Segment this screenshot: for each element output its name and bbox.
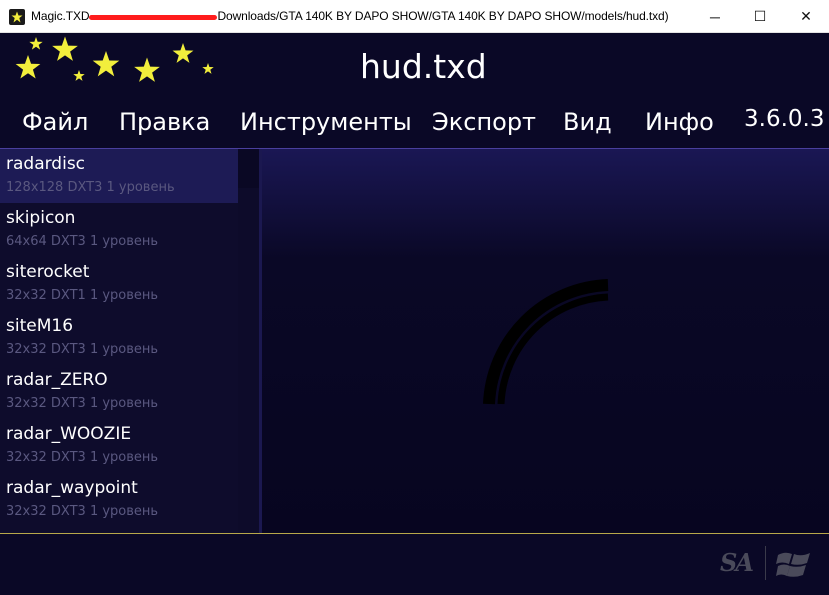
menu-export[interactable]: Экспорт [432, 108, 536, 136]
texture-name: radardisc [6, 154, 86, 174]
texture-name: siterocket [6, 262, 90, 282]
texture-item-radar-zero[interactable]: radar_ZERO 32x32 DXT3 1 уровень [0, 365, 238, 419]
texture-name: skipicon [6, 208, 76, 228]
menu-edit[interactable]: Правка [119, 108, 210, 136]
texture-item-radar-waypoint[interactable]: radar_waypoint 32x32 DXT3 1 уровень [0, 473, 238, 527]
minimize-button[interactable]: ─ [692, 0, 738, 33]
texture-info: 128x128 DXT3 1 уровень [6, 180, 175, 195]
app-icon [9, 9, 25, 25]
close-button[interactable]: ✕ [783, 0, 829, 33]
sa-logo: SA [720, 548, 754, 577]
radardisc-preview-image [483, 279, 609, 405]
footer-separator [765, 546, 766, 580]
texture-info: 32x32 DXT3 1 уровень [6, 342, 159, 357]
menu-tools[interactable]: Инструменты [240, 108, 412, 136]
texture-info: 32x32 DXT3 1 уровень [6, 396, 159, 411]
content-area: radardisc 128x128 DXT3 1 уровень skipico… [0, 148, 829, 533]
window-title-prefix: Magic.TXD [31, 9, 90, 23]
windows-logo-icon [776, 552, 810, 577]
texture-name: radar_WOOZIE [6, 424, 132, 444]
title-bar[interactable]: Magic.TXD Downloads/GTA 140K BY DAPO SHOW… [0, 0, 829, 33]
texture-info: 32x32 DXT3 1 уровень [6, 504, 159, 519]
texture-name: radar_ZERO [6, 370, 108, 390]
texture-name: siteM16 [6, 316, 74, 336]
texture-item-skipicon[interactable]: skipicon 64x64 DXT3 1 уровень [0, 203, 238, 257]
maximize-button[interactable]: ☐ [737, 0, 783, 33]
texture-list[interactable]: radardisc 128x128 DXT3 1 уровень skipico… [0, 149, 238, 533]
texture-item-sitem16[interactable]: siteM16 32x32 DXT3 1 уровень [0, 311, 238, 365]
menu-info[interactable]: Инфо [645, 108, 714, 136]
footer: SA [0, 533, 829, 595]
header: hud.txd [0, 33, 829, 96]
texture-info: 32x32 DXT1 1 уровень [6, 288, 159, 303]
window-title-path: Downloads/GTA 140K BY DAPO SHOW/GTA 140K… [217, 9, 669, 23]
menu-file[interactable]: Файл [22, 108, 88, 136]
texture-preview [262, 149, 829, 533]
texture-item-siterocket[interactable]: siterocket 32x32 DXT1 1 уровень [0, 257, 238, 311]
menu-view[interactable]: Вид [563, 108, 612, 136]
texture-item-radar-woozie[interactable]: radar_WOOZIE 32x32 DXT3 1 уровень [0, 419, 238, 473]
redaction-mark [89, 13, 218, 21]
texture-info: 32x32 DXT3 1 уровень [6, 450, 159, 465]
scrollbar-thumb[interactable] [238, 188, 259, 533]
magic-txd-window: Magic.TXD Downloads/GTA 140K BY DAPO SHOW… [0, 0, 829, 595]
texture-name: radar_waypoint [6, 478, 138, 498]
menu-bar: Файл Правка Инструменты Экспорт Вид Инфо… [0, 96, 829, 148]
window-title: Magic.TXD Downloads/GTA 140K BY DAPO SHOW… [31, 9, 669, 23]
texture-item-radardisc[interactable]: radardisc 128x128 DXT3 1 уровень [0, 149, 238, 203]
stars-logo-icon [15, 36, 214, 82]
version-label: 3.6.0.3 [744, 106, 825, 132]
file-title: hud.txd [360, 47, 487, 86]
texture-info: 64x64 DXT3 1 уровень [6, 234, 159, 249]
